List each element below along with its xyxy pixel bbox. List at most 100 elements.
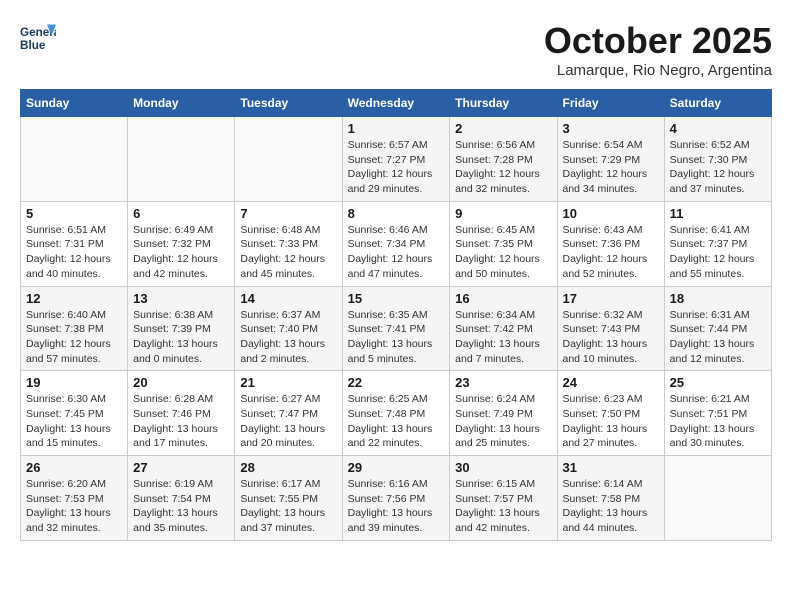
day-cell-9: 9 Sunrise: 6:45 AMSunset: 7:35 PMDaylight… [450, 201, 557, 286]
day-info: Sunrise: 6:16 AMSunset: 7:56 PMDaylight:… [348, 477, 445, 536]
day-number: 17 [563, 291, 659, 306]
day-cell-12: 12 Sunrise: 6:40 AMSunset: 7:38 PMDayligh… [21, 286, 128, 371]
day-info: Sunrise: 6:25 AMSunset: 7:48 PMDaylight:… [348, 392, 445, 451]
logo-icon: General Blue [20, 20, 56, 56]
day-cell-17: 17 Sunrise: 6:32 AMSunset: 7:43 PMDayligh… [557, 286, 664, 371]
day-cell-14: 14 Sunrise: 6:37 AMSunset: 7:40 PMDayligh… [235, 286, 342, 371]
day-info: Sunrise: 6:52 AMSunset: 7:30 PMDaylight:… [670, 138, 766, 197]
day-info: Sunrise: 6:57 AMSunset: 7:27 PMDaylight:… [348, 138, 445, 197]
day-number: 19 [26, 375, 122, 390]
day-info: Sunrise: 6:31 AMSunset: 7:44 PMDaylight:… [670, 308, 766, 367]
day-cell-15: 15Sunrise: 6:35 AMSunset: 7:41 PMDayligh… [342, 286, 450, 371]
day-info: Sunrise: 6:32 AMSunset: 7:43 PMDaylight:… [563, 308, 659, 367]
day-cell-16: 16 Sunrise: 6:34 AMSunset: 7:42 PMDayligh… [450, 286, 557, 371]
day-cell-6: 6 Sunrise: 6:49 AMSunset: 7:32 PMDaylight… [128, 201, 235, 286]
empty-cell [235, 117, 342, 202]
empty-cell [128, 117, 235, 202]
day-cell-5: 5 Sunrise: 6:51 AMSunset: 7:31 PMDaylight… [21, 201, 128, 286]
day-cell-31: 31 Sunrise: 6:14 AMSunset: 7:58 PMDayligh… [557, 456, 664, 541]
day-cell-11: 11 Sunrise: 6:41 AMSunset: 7:37 PMDayligh… [664, 201, 771, 286]
day-number: 1 [348, 121, 445, 136]
week-row-3: 12 Sunrise: 6:40 AMSunset: 7:38 PMDayligh… [21, 286, 772, 371]
day-info: Sunrise: 6:24 AMSunset: 7:49 PMDaylight:… [455, 392, 551, 451]
day-info: Sunrise: 6:38 AMSunset: 7:39 PMDaylight:… [133, 308, 229, 367]
day-info: Sunrise: 6:20 AMSunset: 7:53 PMDaylight:… [26, 477, 122, 536]
day-info: Sunrise: 6:19 AMSunset: 7:54 PMDaylight:… [133, 477, 229, 536]
day-info: Sunrise: 6:28 AMSunset: 7:46 PMDaylight:… [133, 392, 229, 451]
day-info: Sunrise: 6:48 AMSunset: 7:33 PMDaylight:… [240, 223, 336, 282]
logo: General Blue [20, 20, 56, 56]
weekday-header-thursday: Thursday [450, 90, 557, 117]
page-header: General Blue October 2025 Lamarque, Rio … [20, 20, 772, 79]
weekday-header-tuesday: Tuesday [235, 90, 342, 117]
week-row-5: 26 Sunrise: 6:20 AMSunset: 7:53 PMDayligh… [21, 456, 772, 541]
day-number: 5 [26, 206, 122, 221]
day-cell-4: 4 Sunrise: 6:52 AMSunset: 7:30 PMDaylight… [664, 117, 771, 202]
day-info: Sunrise: 6:40 AMSunset: 7:38 PMDaylight:… [26, 308, 122, 367]
day-number: 28 [240, 460, 336, 475]
day-number: 9 [455, 206, 551, 221]
day-info: Sunrise: 6:21 AMSunset: 7:51 PMDaylight:… [670, 392, 766, 451]
month-title: October 2025 [544, 20, 772, 62]
week-row-1: 1 Sunrise: 6:57 AMSunset: 7:27 PMDaylight… [21, 117, 772, 202]
day-cell-1: 1 Sunrise: 6:57 AMSunset: 7:27 PMDaylight… [342, 117, 450, 202]
day-number: 15 [348, 291, 445, 306]
day-number: 12 [26, 291, 122, 306]
day-cell-7: 7Sunrise: 6:48 AMSunset: 7:33 PMDaylight… [235, 201, 342, 286]
day-info: Sunrise: 6:17 AMSunset: 7:55 PMDaylight:… [240, 477, 336, 536]
day-cell-3: 3Sunrise: 6:54 AMSunset: 7:29 PMDaylight… [557, 117, 664, 202]
day-cell-30: 30Sunrise: 6:15 AMSunset: 7:57 PMDayligh… [450, 456, 557, 541]
day-info: Sunrise: 6:51 AMSunset: 7:31 PMDaylight:… [26, 223, 122, 282]
day-info: Sunrise: 6:43 AMSunset: 7:36 PMDaylight:… [563, 223, 659, 282]
day-number: 31 [563, 460, 659, 475]
day-number: 29 [348, 460, 445, 475]
day-cell-22: 22 Sunrise: 6:25 AMSunset: 7:48 PMDayligh… [342, 371, 450, 456]
weekday-header-saturday: Saturday [664, 90, 771, 117]
day-number: 24 [563, 375, 659, 390]
day-info: Sunrise: 6:27 AMSunset: 7:47 PMDaylight:… [240, 392, 336, 451]
calendar-table: SundayMondayTuesdayWednesdayThursdayFrid… [20, 89, 772, 541]
day-number: 10 [563, 206, 659, 221]
day-number: 25 [670, 375, 766, 390]
day-cell-8: 8 Sunrise: 6:46 AMSunset: 7:34 PMDaylight… [342, 201, 450, 286]
day-number: 6 [133, 206, 229, 221]
day-number: 26 [26, 460, 122, 475]
weekday-header-wednesday: Wednesday [342, 90, 450, 117]
day-info: Sunrise: 6:45 AMSunset: 7:35 PMDaylight:… [455, 223, 551, 282]
day-number: 4 [670, 121, 766, 136]
title-block: October 2025 Lamarque, Rio Negro, Argent… [544, 20, 772, 79]
day-cell-19: 19 Sunrise: 6:30 AMSunset: 7:45 PMDayligh… [21, 371, 128, 456]
day-number: 3 [563, 121, 659, 136]
day-info: Sunrise: 6:34 AMSunset: 7:42 PMDaylight:… [455, 308, 551, 367]
svg-text:Blue: Blue [20, 39, 46, 52]
weekday-header-sunday: Sunday [21, 90, 128, 117]
day-number: 23 [455, 375, 551, 390]
day-cell-28: 28 Sunrise: 6:17 AMSunset: 7:55 PMDayligh… [235, 456, 342, 541]
weekday-header-row: SundayMondayTuesdayWednesdayThursdayFrid… [21, 90, 772, 117]
day-cell-25: 25 Sunrise: 6:21 AMSunset: 7:51 PMDayligh… [664, 371, 771, 456]
day-info: Sunrise: 6:46 AMSunset: 7:34 PMDaylight:… [348, 223, 445, 282]
week-row-4: 19 Sunrise: 6:30 AMSunset: 7:45 PMDayligh… [21, 371, 772, 456]
day-info: Sunrise: 6:49 AMSunset: 7:32 PMDaylight:… [133, 223, 229, 282]
day-cell-13: 13 Sunrise: 6:38 AMSunset: 7:39 PMDayligh… [128, 286, 235, 371]
day-number: 8 [348, 206, 445, 221]
day-number: 27 [133, 460, 229, 475]
weekday-header-monday: Monday [128, 90, 235, 117]
day-number: 16 [455, 291, 551, 306]
day-number: 21 [240, 375, 336, 390]
day-info: Sunrise: 6:14 AMSunset: 7:58 PMDaylight:… [563, 477, 659, 536]
day-info: Sunrise: 6:30 AMSunset: 7:45 PMDaylight:… [26, 392, 122, 451]
empty-cell [664, 456, 771, 541]
day-number: 13 [133, 291, 229, 306]
day-number: 18 [670, 291, 766, 306]
day-number: 11 [670, 206, 766, 221]
day-info: Sunrise: 6:23 AMSunset: 7:50 PMDaylight:… [563, 392, 659, 451]
week-row-2: 5 Sunrise: 6:51 AMSunset: 7:31 PMDaylight… [21, 201, 772, 286]
day-cell-29: 29 Sunrise: 6:16 AMSunset: 7:56 PMDayligh… [342, 456, 450, 541]
day-number: 14 [240, 291, 336, 306]
day-number: 20 [133, 375, 229, 390]
day-cell-24: 24 Sunrise: 6:23 AMSunset: 7:50 PMDayligh… [557, 371, 664, 456]
day-info: Sunrise: 6:41 AMSunset: 7:37 PMDaylight:… [670, 223, 766, 282]
day-info: Sunrise: 6:37 AMSunset: 7:40 PMDaylight:… [240, 308, 336, 367]
day-number: 22 [348, 375, 445, 390]
